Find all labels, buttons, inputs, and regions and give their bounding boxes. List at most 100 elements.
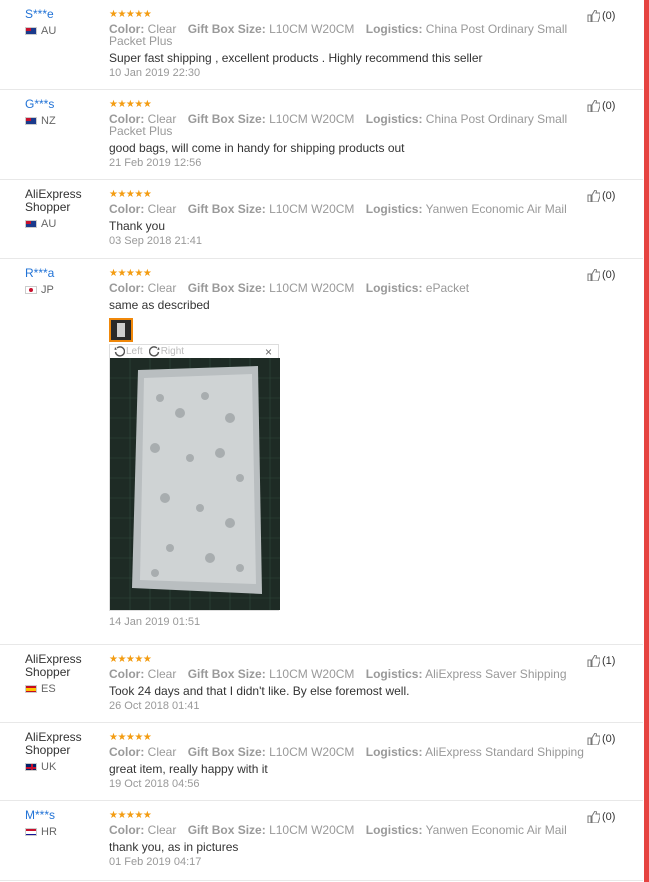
- rotate-right-icon: [148, 346, 160, 357]
- helpful-count: (1): [602, 655, 616, 667]
- color-label: Color:: [109, 745, 145, 759]
- review-text: Super fast shipping , excellent products…: [109, 51, 483, 65]
- review-text: same as described: [109, 298, 210, 312]
- gift-box-size-value: L10CM W20CM: [269, 823, 355, 837]
- reviewer-name[interactable]: G***s: [25, 98, 107, 111]
- review-content: ★★★★★ Color: Clear Gift Box Size: L10CM …: [109, 732, 599, 791]
- thumbs-up-icon: [587, 655, 600, 667]
- country-code: AU: [41, 25, 57, 37]
- review-item: AliExpress Shopper UK ★★★★★ Color: Clear…: [0, 723, 643, 801]
- reviewer-name[interactable]: M***s: [25, 809, 107, 822]
- helpful-button[interactable]: (0): [587, 733, 615, 745]
- helpful-button[interactable]: (0): [587, 190, 615, 202]
- reviewer-info: AliExpress Shopper ES: [25, 653, 107, 695]
- helpful-button[interactable]: (0): [587, 100, 615, 112]
- helpful-count: (0): [602, 100, 616, 112]
- reviewer-info: AliExpress Shopper AU: [25, 188, 107, 230]
- right-accent-rule: [644, 0, 649, 882]
- color-label: Color:: [109, 823, 145, 837]
- reviewer-info: S***e AU: [25, 8, 107, 37]
- helpful-count: (0): [602, 733, 616, 745]
- helpful-button[interactable]: (0): [587, 811, 615, 823]
- thumbs-up-icon: [587, 190, 600, 202]
- photo-viewer: Left Right ×: [109, 344, 280, 611]
- thumbs-up-icon: [587, 811, 600, 823]
- order-info: Color: Clear Gift Box Size: L10CM W20CM …: [109, 203, 599, 215]
- reviewer-country: HR: [25, 826, 107, 838]
- country-code: AU: [41, 218, 57, 230]
- thumbs-up-icon: [587, 269, 600, 281]
- rotate-left-label: Left: [126, 346, 143, 357]
- logistics-label: Logistics:: [365, 112, 423, 126]
- color-label: Color:: [109, 202, 145, 216]
- review-date: 14 Jan 2019 01:51: [109, 616, 201, 628]
- review-item: M***s HR ★★★★★ Color: Clear Gift Box Siz…: [0, 801, 643, 881]
- star-rating: ★★★★★: [109, 654, 152, 665]
- feedback-list: S***e AU ★★★★★ Color: Clear Gift Box Siz…: [0, 0, 643, 881]
- order-info: Color: Clear Gift Box Size: L10CM W20CM …: [109, 668, 599, 680]
- review-item: S***e AU ★★★★★ Color: Clear Gift Box Siz…: [0, 0, 643, 90]
- reviewer-info: AliExpress Shopper UK: [25, 731, 107, 773]
- review-content: ★★★★★ Color: Clear Gift Box Size: L10CM …: [109, 269, 599, 628]
- logistics-label: Logistics:: [365, 745, 423, 759]
- rotate-right-button[interactable]: Right: [148, 346, 185, 357]
- review-content: ★★★★★ Color: Clear Gift Box Size: L10CM …: [109, 99, 599, 170]
- gift-box-size-value: L10CM W20CM: [269, 22, 355, 36]
- rotate-right-label: Right: [160, 346, 185, 357]
- order-info: Color: Clear Gift Box Size: L10CM W20CM …: [109, 113, 599, 137]
- thumbs-up-icon: [587, 733, 600, 745]
- helpful-count: (0): [602, 10, 616, 22]
- review-item: AliExpress Shopper ES ★★★★★ Color: Clear…: [0, 645, 643, 723]
- reviewer-country: AU: [25, 25, 107, 37]
- gift-box-size-label: Gift Box Size:: [187, 745, 266, 759]
- australia-flag-icon: [25, 27, 37, 35]
- country-code: ES: [41, 683, 56, 695]
- review-date: 21 Feb 2019 12:56: [109, 157, 202, 169]
- review-text: thank you, as in pictures: [109, 840, 239, 854]
- rotate-left-icon: [114, 346, 125, 357]
- rotate-left-button[interactable]: Left: [114, 346, 143, 357]
- gift-box-size-label: Gift Box Size:: [187, 823, 266, 837]
- close-icon[interactable]: ×: [265, 345, 272, 359]
- photo-viewer-toolbar: Left Right ×: [110, 345, 278, 359]
- review-photo-thumbnail[interactable]: [109, 318, 133, 342]
- order-info: Color: Clear Gift Box Size: L10CM W20CM …: [109, 282, 599, 294]
- reviewer-name[interactable]: R***a: [25, 267, 107, 280]
- country-code: JP: [41, 284, 54, 296]
- country-code: UK: [41, 761, 57, 773]
- review-text: Thank you: [109, 219, 166, 233]
- reviewer-name: AliExpress Shopper: [25, 652, 82, 679]
- reviewer-name: AliExpress Shopper: [25, 730, 82, 757]
- star-rating: ★★★★★: [109, 99, 152, 110]
- star-rating: ★★★★★: [109, 189, 152, 200]
- star-rating: ★★★★★: [109, 9, 152, 20]
- gift-box-size-label: Gift Box Size:: [187, 112, 266, 126]
- reviewer-info: R***a JP: [25, 267, 107, 296]
- gift-box-size-value: L10CM W20CM: [269, 667, 355, 681]
- logistics-value: ePacket: [425, 281, 470, 295]
- logistics-value: Yanwen Economic Air Mail: [425, 823, 567, 837]
- review-content: ★★★★★ Color: Clear Gift Box Size: L10CM …: [109, 654, 599, 713]
- color-value: Clear: [147, 281, 177, 295]
- helpful-button[interactable]: (0): [587, 10, 615, 22]
- color-value: Clear: [147, 823, 177, 837]
- helpful-count: (0): [602, 269, 616, 281]
- helpful-button[interactable]: (0): [587, 269, 615, 281]
- uk-flag-icon: [25, 763, 37, 771]
- country-code: HR: [41, 826, 57, 838]
- review-item: G***s NZ ★★★★★ Color: Clear Gift Box Siz…: [0, 90, 643, 180]
- color-label: Color:: [109, 667, 145, 681]
- review-content: ★★★★★ Color: Clear Gift Box Size: L10CM …: [109, 9, 599, 80]
- reviewer-country: JP: [25, 284, 107, 296]
- logistics-value: Yanwen Economic Air Mail: [425, 202, 567, 216]
- gift-box-size-label: Gift Box Size:: [187, 202, 266, 216]
- star-rating: ★★★★★: [109, 732, 152, 743]
- review-date: 10 Jan 2019 22:30: [109, 67, 201, 79]
- gift-box-size-value: L10CM W20CM: [269, 202, 355, 216]
- country-code: NZ: [41, 115, 56, 127]
- review-item: R***a JP ★★★★★ Color: Clear Gift Box Siz…: [0, 259, 643, 645]
- helpful-button[interactable]: (1): [587, 655, 615, 667]
- thumbs-up-icon: [587, 10, 600, 22]
- reviewer-name[interactable]: S***e: [25, 8, 107, 21]
- color-value: Clear: [147, 202, 177, 216]
